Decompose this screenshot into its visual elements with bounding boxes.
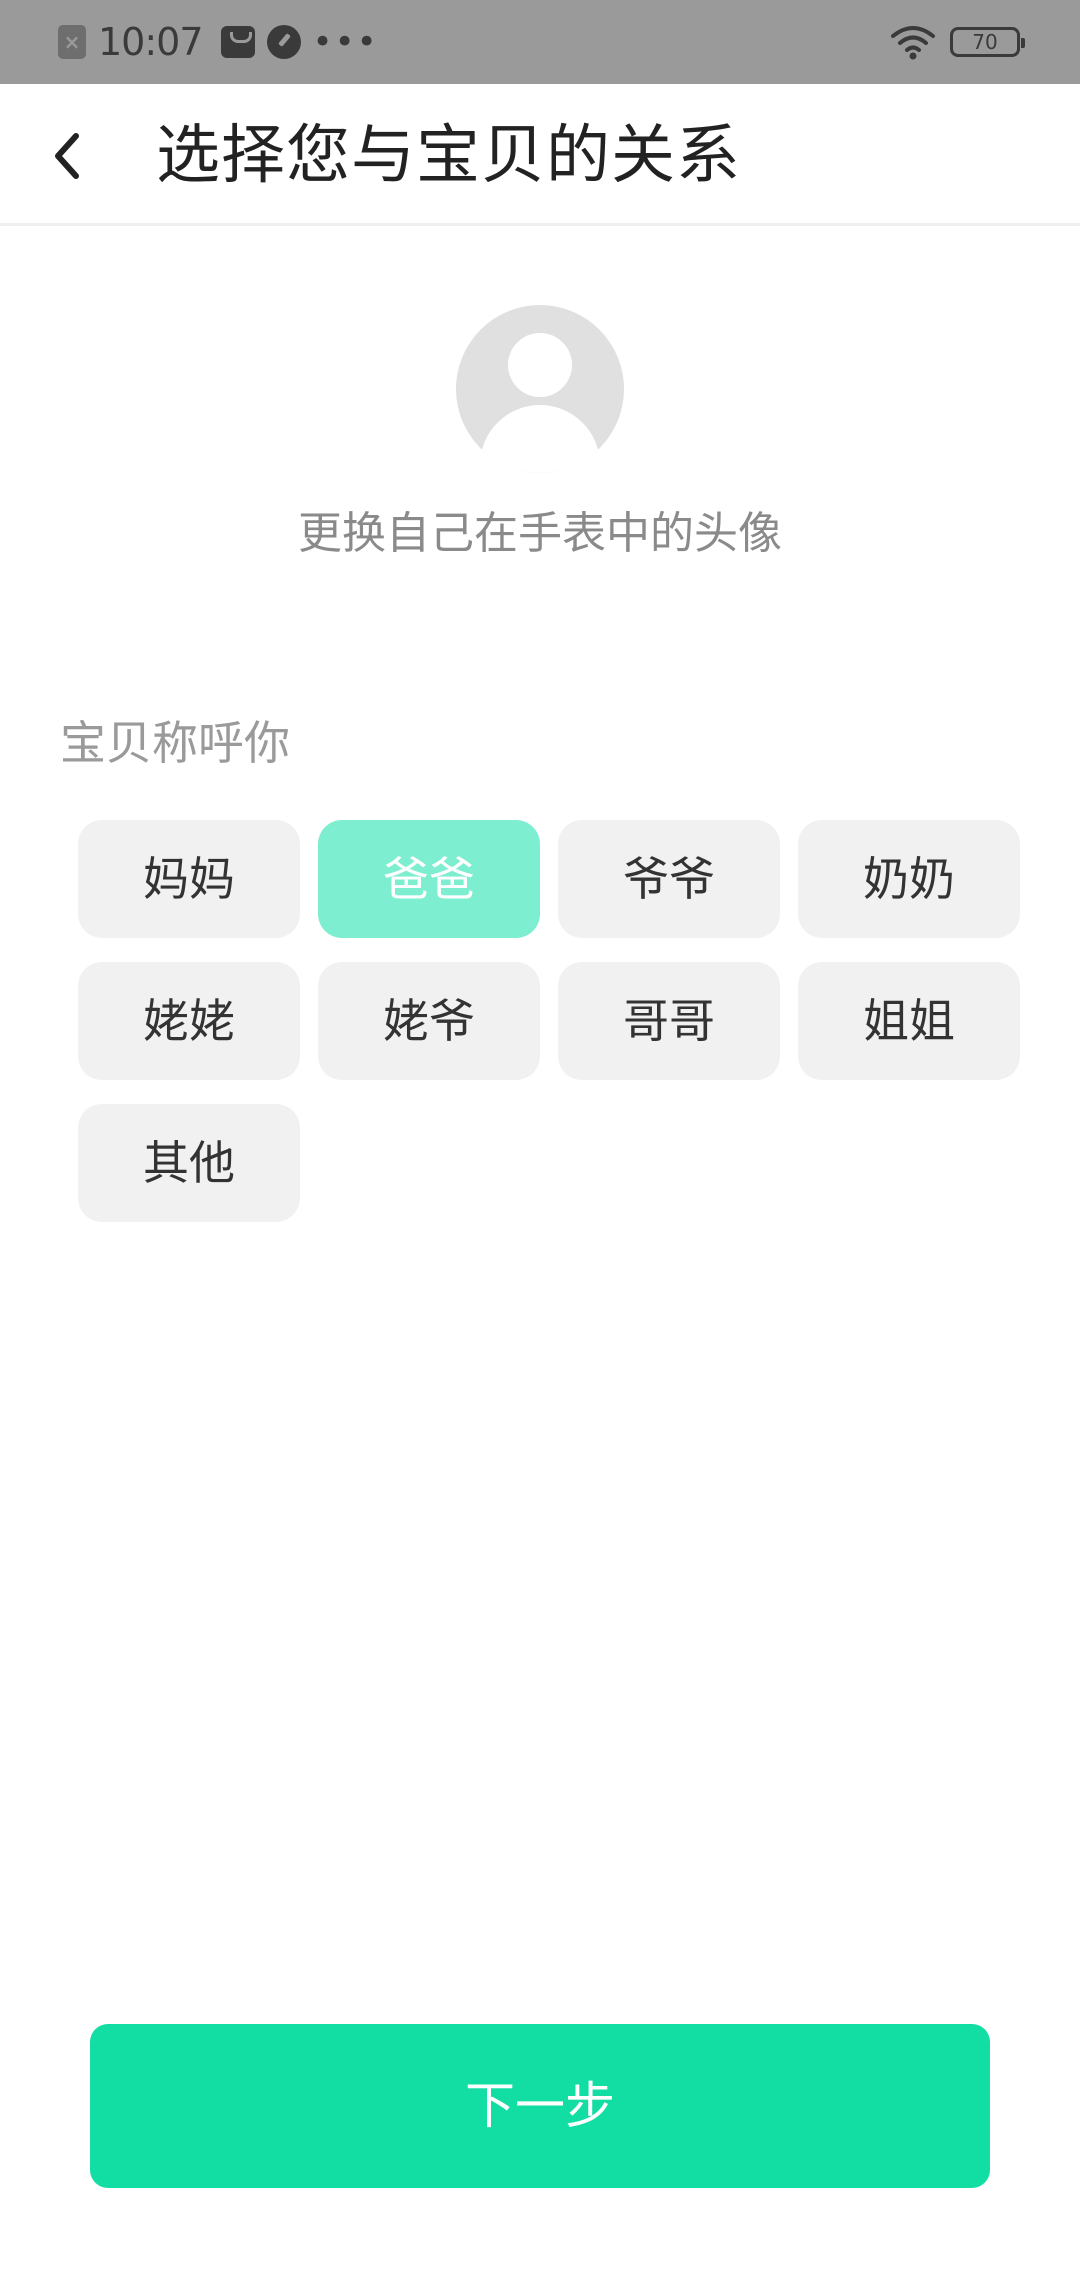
battery-icon: 70 <box>950 27 1025 57</box>
status-time: 10:07 <box>98 20 204 64</box>
relationship-section-label: 宝贝称呼你 <box>60 716 290 770</box>
status-bar-right: 70 <box>890 0 1025 84</box>
page-title: 选择您与宝贝的关系 <box>156 119 741 193</box>
header: 选择您与宝贝的关系 <box>0 84 1080 226</box>
change-avatar-link[interactable]: 更换自己在手表中的头像 <box>0 500 1080 568</box>
shopping-bag-icon <box>220 26 255 58</box>
avatar-body-shape <box>480 405 600 473</box>
back-arrow-icon[interactable] <box>40 120 96 190</box>
relationship-option-grandpa-paternal[interactable]: 爷爷 <box>558 820 780 938</box>
relationship-option-brother[interactable]: 哥哥 <box>558 962 780 1080</box>
relationship-option-dad[interactable]: 爸爸 <box>318 820 540 938</box>
relationship-option-sister[interactable]: 姐姐 <box>798 962 1020 1080</box>
avatar-head-shape <box>508 333 572 397</box>
more-notifications-icon: ••• <box>312 22 379 62</box>
status-bar: × 10:07 ••• 70 <box>0 0 1080 84</box>
relationship-option-other[interactable]: 其他 <box>78 1104 300 1222</box>
relationship-option-mom[interactable]: 妈妈 <box>78 820 300 938</box>
relationship-option-grandma-maternal[interactable]: 姥姥 <box>78 962 300 1080</box>
next-step-button[interactable]: 下一步 <box>90 2024 990 2188</box>
notification-close-icon: × <box>58 25 86 59</box>
relationship-option-grandpa-maternal[interactable]: 姥爷 <box>318 962 540 1080</box>
screen: × 10:07 ••• 70 选择您与宝贝的关系 更换自己在手表中的头像 宝贝称… <box>0 0 1080 2280</box>
relationship-options: 妈妈 爸爸 爷爷 奶奶 姥姥 姥爷 哥哥 姐姐 其他 <box>78 820 1022 1222</box>
status-bar-left: × 10:07 ••• <box>58 0 379 84</box>
wifi-icon <box>891 26 935 60</box>
gauge-icon <box>266 25 301 59</box>
user-avatar-icon[interactable] <box>456 305 624 473</box>
relationship-option-grandma-paternal[interactable]: 奶奶 <box>798 820 1020 938</box>
battery-level: 70 <box>972 30 998 54</box>
